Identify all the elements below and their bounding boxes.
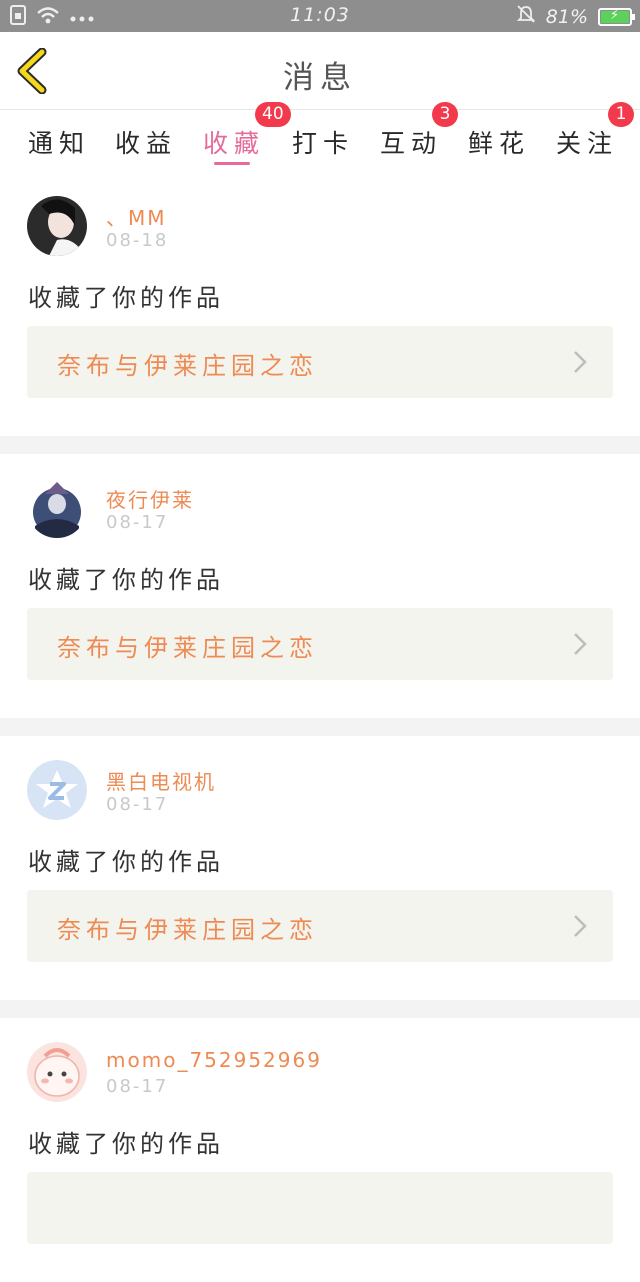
interactions-count-badge: 3 (432, 102, 458, 127)
message-date: 08-17 (106, 512, 169, 533)
work-link[interactable]: 奈布与伊莱庄园之恋 (27, 890, 613, 962)
tab-favorites[interactable]: 收藏 (203, 124, 265, 160)
message-date: 08-18 (106, 230, 169, 251)
work-title: 奈布与伊莱庄园之恋 (57, 916, 318, 944)
tab-follows[interactable]: 关注 (556, 124, 618, 160)
username[interactable]: 黑白电视机 (106, 766, 216, 795)
tab-checkin[interactable]: 打卡 (292, 124, 354, 160)
tab-flowers[interactable]: 鲜花 (468, 124, 530, 160)
page-title: 消息 (283, 60, 357, 96)
status-bar: 11:03 81% ⚡ (0, 0, 640, 32)
message-text: 收藏了你的作品 (28, 1130, 224, 1158)
battery-icon: ⚡ (598, 7, 635, 26)
divider (0, 436, 640, 454)
active-tab-indicator (214, 162, 250, 165)
divider (0, 718, 640, 736)
message-list: 、MM 08-18 收藏了你的作品 奈布与伊莱庄园之恋 夜行伊莱 08-17 收… (0, 172, 640, 1282)
battery-percent: 81% (545, 5, 588, 28)
list-item: 黑白电视机 08-17 收藏了你的作品 奈布与伊莱庄园之恋 (0, 736, 640, 1000)
tab-earnings[interactable]: 收益 (115, 124, 177, 160)
chevron-right-icon (574, 351, 587, 373)
tab-interactions[interactable]: 互动 (380, 124, 442, 160)
message-text: 收藏了你的作品 (28, 848, 224, 876)
work-link[interactable]: 奈布与伊莱庄园之恋 (27, 326, 613, 398)
username[interactable]: 夜行伊莱 (106, 484, 194, 513)
message-text: 收藏了你的作品 (28, 284, 224, 312)
message-date: 08-17 (106, 794, 169, 815)
follows-count-badge: 1 (608, 102, 634, 127)
divider (0, 1000, 640, 1018)
chevron-right-icon (574, 915, 587, 937)
avatar[interactable] (27, 196, 87, 256)
top-nav: 消息 (0, 32, 640, 110)
list-item: momo_752952969 08-17 收藏了你的作品 (0, 1018, 640, 1282)
work-link[interactable]: 奈布与伊莱庄园之恋 (27, 608, 613, 680)
list-item: 、MM 08-18 收藏了你的作品 奈布与伊莱庄园之恋 (0, 172, 640, 436)
avatar[interactable] (27, 760, 87, 820)
avatar[interactable] (27, 1042, 87, 1102)
favorites-count-badge: 40 (255, 102, 291, 127)
username[interactable]: momo_752952969 (106, 1048, 322, 1072)
work-link[interactable] (27, 1172, 613, 1244)
avatar[interactable] (27, 478, 87, 538)
work-title: 奈布与伊莱庄园之恋 (57, 634, 318, 662)
list-item: 夜行伊莱 08-17 收藏了你的作品 奈布与伊莱庄园之恋 (0, 454, 640, 718)
work-title: 奈布与伊莱庄园之恋 (57, 352, 318, 380)
username[interactable]: 、MM (106, 202, 167, 231)
message-text: 收藏了你的作品 (28, 566, 224, 594)
silent-bell-icon (516, 4, 536, 29)
tab-bar: 通知 收益 收藏 40 打卡 互动 3 鲜花 关注 1 (0, 102, 640, 172)
chevron-right-icon (574, 633, 587, 655)
message-date: 08-17 (106, 1076, 169, 1097)
tab-notifications[interactable]: 通知 (28, 124, 90, 160)
